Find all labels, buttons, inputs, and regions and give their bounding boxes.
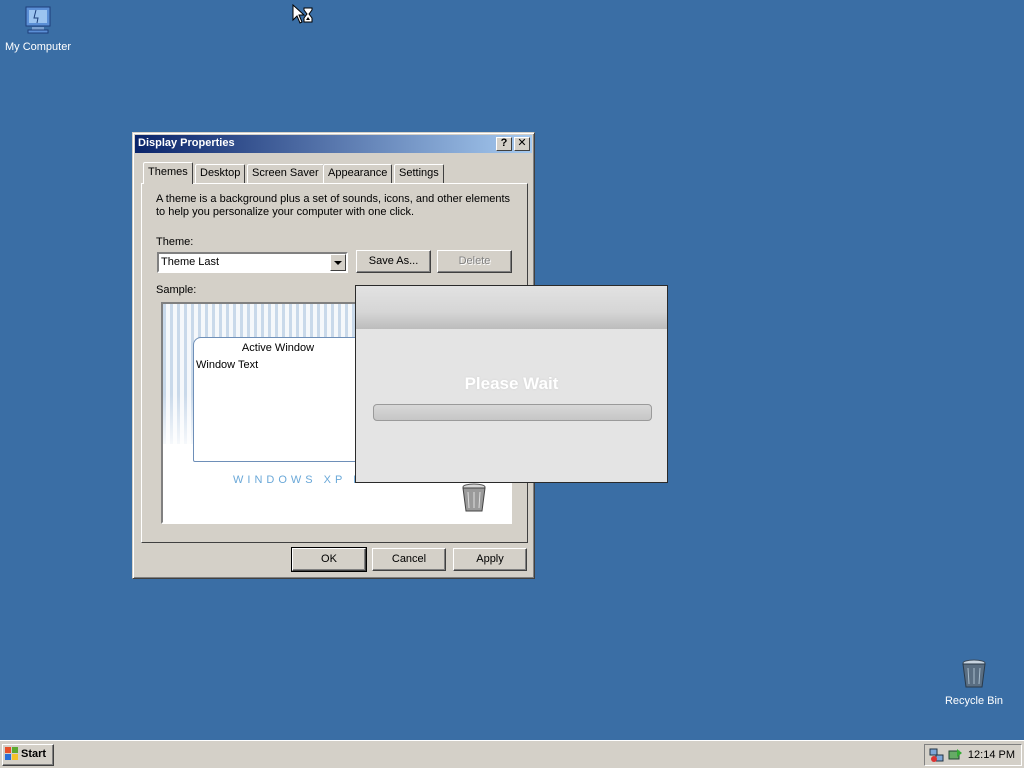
system-tray: 12:14 PM [924,744,1022,766]
theme-description: A theme is a background plus a set of so… [156,193,511,218]
close-button[interactable]: ✕ [514,137,530,151]
tab-settings[interactable]: Settings [394,164,444,183]
theme-label: Theme: [156,236,194,248]
clock[interactable]: 12:14 PM [968,749,1015,761]
chevron-down-icon[interactable] [330,254,346,271]
sample-brand-text: WINDOWS XP M [233,474,367,486]
windows-logo-icon [5,747,18,760]
start-button[interactable]: Start [2,744,54,766]
please-wait-header [356,286,667,329]
desktop-icon-label: Recycle Bin [944,695,1004,707]
tab-themes[interactable]: Themes [143,162,193,184]
desktop-icon-my-computer[interactable]: My Computer [0,4,78,53]
theme-dropdown[interactable]: Theme Last [157,252,348,273]
busy-cursor-icon [292,4,313,24]
dialog-title: Display Properties [138,137,235,149]
recycle-bin-icon [962,659,986,688]
help-button[interactable]: ? [496,137,512,151]
my-computer-icon [25,6,51,34]
delete-button[interactable]: Delete [437,250,512,273]
cancel-button[interactable]: Cancel [372,548,446,571]
sample-active-window: Active Window Window Text [193,337,363,462]
please-wait-title: Please Wait [464,374,559,393]
dialog-titlebar[interactable]: Display Properties ? ✕ [135,135,532,153]
network-icon[interactable] [929,747,945,763]
desktop-icon-recycle-bin[interactable]: Recycle Bin [934,658,1014,707]
tab-screen-saver[interactable]: Screen Saver [247,164,324,183]
please-wait-dialog: Please Wait [355,285,668,483]
progress-bar [373,404,652,421]
sample-window-title: Active Window [241,342,315,354]
tab-appearance[interactable]: Appearance [323,164,393,183]
desktop-icon-label: My Computer [4,41,72,53]
taskbar: Start 12:14 PM [0,740,1024,768]
sample-label: Sample: [156,284,197,296]
save-as-button[interactable]: Save As... [356,250,431,273]
safely-remove-icon[interactable] [947,747,963,763]
start-label: Start [21,748,47,760]
sample-window-text: Window Text [196,359,259,371]
apply-button[interactable]: Apply [453,548,527,571]
ok-button[interactable]: OK [291,547,367,572]
sample-recycle-bin-icon [462,483,486,512]
tab-desktop[interactable]: Desktop [195,164,246,183]
theme-dropdown-value: Theme Last [161,256,220,268]
